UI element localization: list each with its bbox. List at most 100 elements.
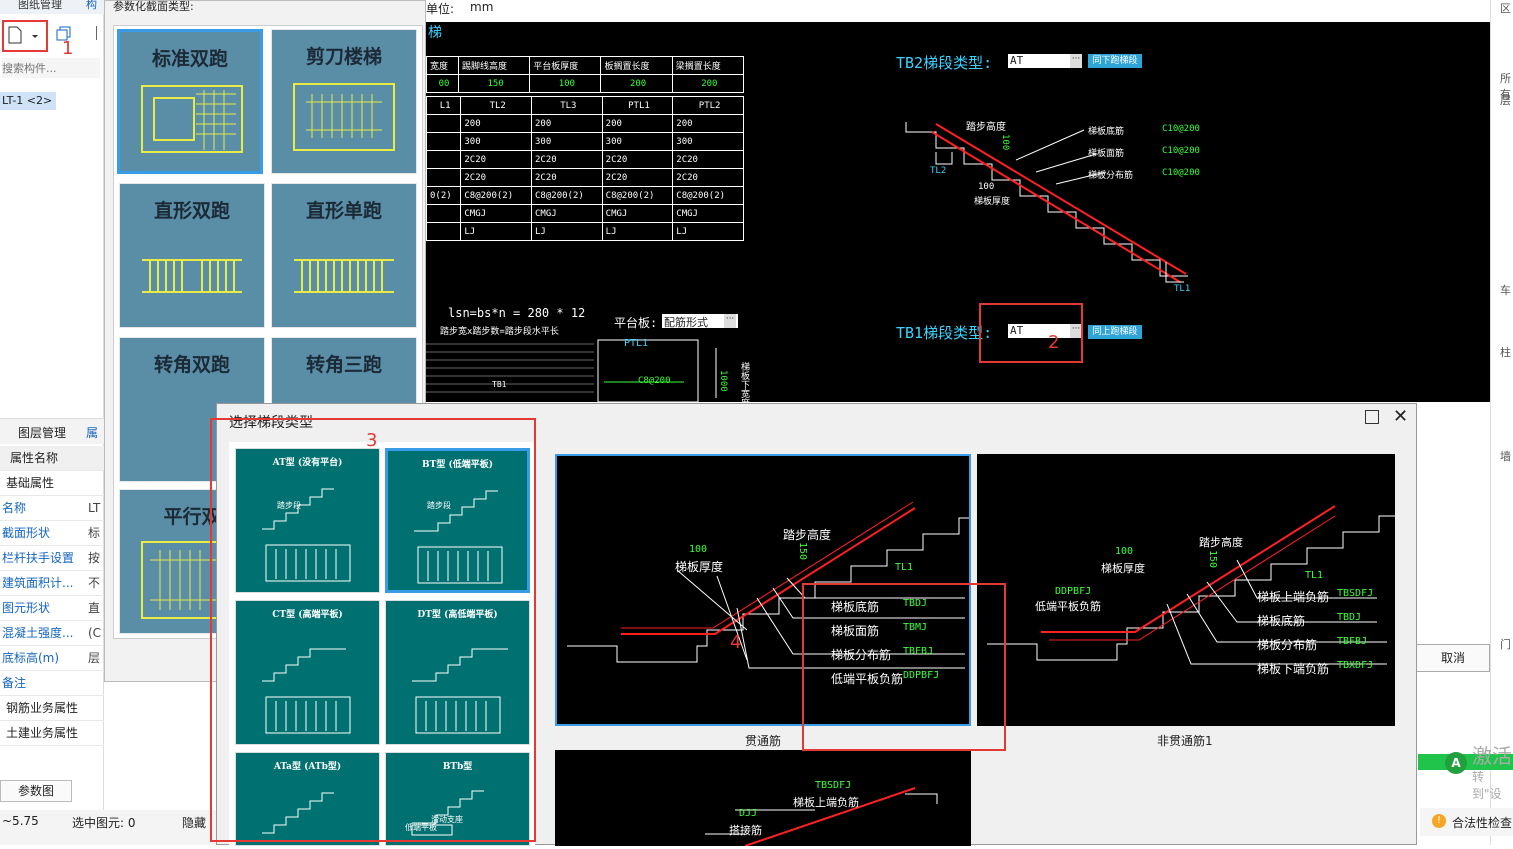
tab-properties[interactable]: 属 <box>86 424 98 441</box>
table1-value-cell[interactable]: 150 <box>457 74 531 93</box>
table1-value-cell[interactable]: 00 <box>426 74 459 93</box>
table2-cell[interactable]: 300 <box>531 132 603 151</box>
table2-cell[interactable]: C8@200(2) <box>672 186 744 205</box>
table2-cell[interactable]: CMGJ <box>531 204 603 223</box>
legality-check-button[interactable]: ! 合法性检查 <box>1420 808 1513 836</box>
bottom-rebar-value: C10@200 <box>1162 124 1200 134</box>
preview-t100: 100 <box>689 544 708 555</box>
side-label[interactable]: 柱 <box>1500 344 1511 360</box>
maximize-icon[interactable] <box>1365 410 1379 424</box>
prop-row[interactable]: 截面形状 标 <box>0 521 104 546</box>
table2-cell[interactable]: 2C20 <box>460 150 533 169</box>
preview-third[interactable]: TBSDFJ 梯板上端负筋 DJJ 搭接筋 <box>555 750 971 847</box>
component-list-item[interactable]: LT-1 <2> <box>0 92 56 110</box>
table2-cell[interactable]: 2C20 <box>672 150 744 169</box>
prop-value[interactable]: 标 <box>88 521 100 545</box>
table2-cell[interactable]: C8@200(2) <box>531 186 603 205</box>
table2-cell[interactable]: LJ <box>531 222 603 241</box>
cad-drawing-canvas[interactable]: 梯 宽度 踢脚线高度 平台板厚度 板搁置长度 梁搁置长度 00 150 100 200 200 L… <box>425 22 1490 407</box>
type-dt[interactable]: DT型 (高低端平板) <box>385 600 530 745</box>
side-label[interactable]: 墙 <box>1500 448 1511 464</box>
cancel-button[interactable]: 取消 <box>1416 644 1490 672</box>
prop-row[interactable]: 底标高(m) 层 <box>0 646 104 671</box>
prop-name: 建筑面积计... <box>2 576 74 590</box>
prop-group-basic[interactable]: 基础属性 <box>0 471 104 496</box>
prop-row[interactable]: 建筑面积计... 不 <box>0 571 104 596</box>
new-component-button[interactable] <box>6 24 44 48</box>
avatar[interactable]: A <box>1445 752 1467 774</box>
table2-cell[interactable]: 0(2) <box>425 186 462 205</box>
table2-cell[interactable]: 200 <box>460 114 533 133</box>
table2-cell[interactable]: LJ <box>460 222 533 241</box>
table2-cell[interactable]: 2C20 <box>601 150 674 169</box>
tb2-same-button[interactable]: 同下跑梯段 <box>1088 54 1142 68</box>
table2-cell[interactable]: LJ <box>601 222 674 241</box>
table2-cell[interactable]: CMGJ <box>460 204 533 223</box>
table2-cell[interactable]: 200 <box>672 114 744 133</box>
prop-group-rebar[interactable]: 钢筋业务属性 <box>0 696 104 721</box>
table2-cell[interactable] <box>425 222 462 241</box>
table2-cell[interactable]: 200 <box>531 114 603 133</box>
table1-value-cell[interactable]: 200 <box>600 74 673 93</box>
tile-standard-double[interactable]: 标准双跑 <box>117 29 263 174</box>
tile-step-label: 踏步段 <box>427 501 451 510</box>
table2-cell[interactable]: 2C20 <box>601 168 674 187</box>
table2-cell[interactable] <box>425 168 462 187</box>
table1-value-cell[interactable]: 100 <box>529 74 602 93</box>
tab-component[interactable]: 构 <box>86 0 97 12</box>
prop-value[interactable]: 层 <box>88 646 100 670</box>
status-hidden: 隐藏 <box>182 816 207 830</box>
table2-cell[interactable]: 2C20 <box>531 150 603 169</box>
table2-cell[interactable]: C8@200(2) <box>601 186 674 205</box>
table2-cell[interactable]: CMGJ <box>601 204 674 223</box>
type-ct[interactable]: CT型 (高端平板) <box>235 600 380 745</box>
tb2-ellipsis-icon[interactable]: ··· <box>1070 54 1082 68</box>
tb1-ellipsis-icon[interactable]: ··· <box>1070 324 1082 338</box>
platform-ellipsis-icon[interactable]: ··· <box>724 314 736 328</box>
search-input[interactable] <box>2 58 100 78</box>
prop-group-civil[interactable]: 土建业务属性 <box>0 721 104 746</box>
type-bt[interactable]: BT型 (低端平板) <box>385 448 530 593</box>
prop-value[interactable]: 直 <box>88 596 100 620</box>
prop-value[interactable]: 不 <box>88 571 100 595</box>
table2-cell[interactable]: CMGJ <box>672 204 744 223</box>
side-label[interactable]: 门 <box>1500 636 1511 652</box>
table2-cell[interactable]: 200 <box>601 114 674 133</box>
tb1-same-button[interactable]: 同上跑梯段 <box>1088 325 1142 339</box>
table2-cell[interactable]: 2C20 <box>460 168 533 187</box>
table2-cell[interactable] <box>425 204 462 223</box>
table2-cell[interactable] <box>425 150 462 169</box>
tab-drawing-manage[interactable]: 图纸管理 <box>18 0 62 12</box>
side-label[interactable]: 区 <box>1500 0 1511 16</box>
table2-cell[interactable]: 300 <box>601 132 674 151</box>
side-label[interactable]: 车 <box>1500 282 1511 298</box>
prop-row[interactable]: 名称 LT <box>0 496 104 521</box>
prop-row[interactable]: 混凝土强度... (C <box>0 621 104 646</box>
param-graph-button[interactable]: 参数图 <box>0 780 72 802</box>
prop-value[interactable]: LT <box>88 496 100 520</box>
tile-straight-double[interactable]: 直形双跑 <box>119 183 265 328</box>
table2-cell[interactable] <box>425 114 462 133</box>
preview-non-through-rebar[interactable]: 踏步高度 150 100 梯板厚度 TL1 DDPBFJ 低端平板负筋 梯板上端… <box>977 454 1415 726</box>
table2-cell[interactable]: 300 <box>460 132 533 151</box>
table2-cell[interactable]: 2C20 <box>531 168 603 187</box>
prop-value[interactable]: (C <box>88 621 101 645</box>
table2-cell[interactable]: 300 <box>672 132 744 151</box>
table2-cell[interactable]: 2C20 <box>672 168 744 187</box>
table2-cell[interactable] <box>425 132 462 151</box>
preview-through-rebar[interactable]: 踏步高度 150 100 梯板厚度 TL1 梯板底筋 TBDJ 梯板面筋 TBMJ 梯板… <box>555 454 995 726</box>
tab-layer-manage[interactable]: 图层管理 <box>18 424 66 441</box>
table2-cell[interactable]: C8@200(2) <box>460 186 533 205</box>
prop-value[interactable]: 按 <box>88 546 100 570</box>
side-label[interactable]: 层 <box>1500 92 1511 108</box>
close-icon[interactable]: ✕ <box>1393 406 1408 427</box>
type-at[interactable]: AT型 (没有平台) <box>235 448 380 593</box>
table2-cell[interactable]: LJ <box>672 222 744 241</box>
table1-value-cell[interactable]: 200 <box>671 74 745 93</box>
tile-straight-single[interactable]: 直形单跑 <box>271 183 417 328</box>
prop-row[interactable]: 图元形状 直 <box>0 596 104 621</box>
type-ata[interactable]: ATa型 (ATb型) <box>235 752 380 846</box>
prop-row[interactable]: 栏杆扶手设置按 <box>0 546 104 571</box>
tile-scissor-stair[interactable]: 剪刀楼梯 <box>271 29 417 174</box>
prop-row[interactable]: 备注 <box>0 671 104 696</box>
